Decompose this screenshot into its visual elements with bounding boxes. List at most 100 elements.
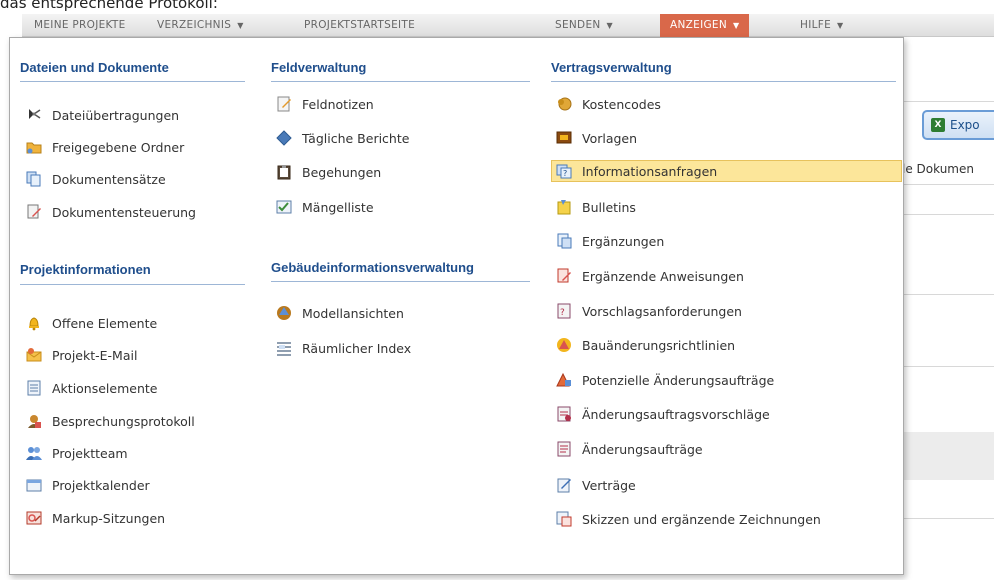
menu-item-label: Skizzen und ergänzende Zeichnungen [582,511,821,527]
sketch-icon [556,511,572,527]
nav-senden[interactable]: SENDEN ▼ [555,14,613,37]
table-row [904,432,994,480]
model-view-icon [276,305,292,321]
chevron-down-icon: ▼ [837,21,844,30]
clipboard-icon [276,164,292,180]
menu-item-ergaenzungen[interactable]: Ergänzungen [556,230,664,252]
supplemental-instruction-icon [556,268,572,284]
section-title-field: Feldverwaltung [271,60,367,75]
nav-label: PROJEKTSTARTSEITE [304,19,416,31]
addendum-icon [556,233,572,249]
menu-item-label: Räumlicher Index [302,340,412,356]
menu-item-label: Modellansichten [302,305,404,321]
menu-item-dokumentensaetze[interactable]: Dokumentensätze [26,168,166,190]
menu-item-taegliche-berichte[interactable]: Tägliche Berichte [276,127,409,149]
export-label: Expo [950,118,980,132]
section-divider [271,81,530,82]
section-divider [271,281,530,282]
nav-label: SENDEN [555,19,601,31]
proposal-request-icon: ? [556,303,572,319]
section-divider [20,81,245,82]
daily-report-icon [276,130,292,146]
menu-item-dokumentensteuerung[interactable]: Dokumentensteuerung [26,201,196,223]
menu-item-projektkalender[interactable]: Projektkalender [26,474,150,496]
menu-item-label: Änderungsaufträge [582,441,703,457]
nav-hilfe[interactable]: HILFE ▼ [800,14,843,37]
menu-item-aenderungsauftragsvorschlaege[interactable]: Änderungsauftragsvorschläge [556,403,770,425]
divider [904,184,994,185]
bell-icon [26,315,42,331]
menu-item-bulletins[interactable]: Bulletins [556,196,636,218]
menu-item-raeumlicher-index[interactable]: Räumlicher Index [276,337,411,359]
menu-item-label: Projekt-E-Mail [52,347,138,363]
menu-item-label: Feldnotizen [302,96,374,112]
menu-item-dateiuebertragungen[interactable]: Dateiübertragungen [26,104,179,126]
calendar-icon [26,477,42,493]
menu-item-vorschlagsanforderungen[interactable]: ? Vorschlagsanforderungen [556,300,742,322]
nav-projektstartseite[interactable]: PROJEKTSTARTSEITE [304,14,415,37]
menu-item-informationsanfragen[interactable]: ? Informationsanfragen [551,160,902,182]
cost-code-icon [556,96,572,112]
shared-folder-icon [26,139,42,155]
menu-item-vorlagen[interactable]: Vorlagen [556,127,637,149]
document-set-icon [26,171,42,187]
nav-label: MEINE PROJEKTE [34,19,126,31]
chevron-down-icon: ▼ [237,21,244,30]
punch-list-icon [276,199,292,215]
change-order-request-icon [556,406,572,422]
field-notes-icon [276,96,292,112]
menu-item-skizzen[interactable]: Skizzen und ergänzende Zeichnungen [556,508,821,530]
divider [904,366,994,367]
menu-item-label: Aktionselemente [52,380,158,396]
team-icon [26,445,42,461]
meeting-minutes-icon [26,413,42,429]
menu-item-modellansichten[interactable]: Modellansichten [276,302,404,324]
svg-text:?: ? [560,308,565,318]
nav-verzeichnis[interactable]: VERZEICHNIS ▼ [157,14,244,37]
menu-item-label: Besprechungsprotokoll [52,413,195,429]
menu-item-projekt-e-mail[interactable]: Projekt-E-Mail [26,344,137,366]
menu-item-besprechungsprotokoll[interactable]: Besprechungsprotokoll [26,410,195,432]
export-button[interactable]: X Expo [922,110,994,140]
page-caption: das entsprechende Protokoll: [0,0,218,12]
template-icon [556,130,572,146]
menu-item-projektteam[interactable]: Projektteam [26,442,128,464]
menu-item-feldnotizen[interactable]: Feldnotizen [276,93,374,115]
menu-item-aenderungsauftraege[interactable]: Änderungsaufträge [556,438,703,460]
menu-item-aktionselemente[interactable]: Aktionselemente [26,377,157,399]
menu-item-kostencodes[interactable]: Kostencodes [556,93,661,115]
nav-label: VERZEICHNIS [157,19,232,31]
menu-item-label: Kostencodes [582,96,661,112]
menu-item-label: Dokumentensteuerung [52,204,196,220]
action-list-icon [26,380,42,396]
svg-text:?: ? [563,169,567,178]
menu-item-markup-sitzungen[interactable]: Markup-Sitzungen [26,507,165,529]
menu-item-label: Mängelliste [302,199,374,215]
menu-item-maengelliste[interactable]: Mängelliste [276,196,374,218]
menu-item-label: Verträge [582,477,636,493]
divider [904,214,994,215]
markup-session-icon [26,510,42,526]
divider [904,518,994,519]
menu-item-bauaenderungsrichtlinien[interactable]: Bauänderungsrichtlinien [556,334,735,356]
anzeigen-dropdown-menu: Dateien und Dokumente Dateiübertragungen… [9,37,904,575]
menu-item-begehungen[interactable]: Begehungen [276,161,381,183]
menu-item-offene-elemente[interactable]: Offene Elemente [26,312,157,334]
menu-item-potenzielle-aenderungsauftraege[interactable]: Potenzielle Änderungsaufträge [556,369,774,391]
menu-item-vertraege[interactable]: Verträge [556,474,636,496]
menu-item-label: Freigegebene Ordner [52,139,185,155]
menu-item-label: Offene Elemente [52,315,158,331]
section-title-files: Dateien und Dokumente [20,60,169,75]
section-title-contract: Vertragsverwaltung [551,60,672,75]
menu-item-label: Tägliche Berichte [302,130,410,146]
menu-item-freigegebene-ordner[interactable]: Freigegebene Ordner [26,136,184,158]
nav-meine-projekte[interactable]: MEINE PROJEKTE [34,14,126,37]
menu-item-label: Projektkalender [52,477,150,493]
menu-item-ergaenzende-anweisungen[interactable]: Ergänzende Anweisungen [556,265,744,287]
menu-item-label: Vorlagen [582,130,638,146]
chevron-down-icon: ▼ [733,21,740,30]
section-title-project-info: Projektinformationen [20,262,151,277]
menu-item-label: Ergänzende Anweisungen [582,268,744,284]
construction-change-icon [556,337,572,353]
nav-anzeigen[interactable]: ANZEIGEN ▼ [660,14,750,37]
